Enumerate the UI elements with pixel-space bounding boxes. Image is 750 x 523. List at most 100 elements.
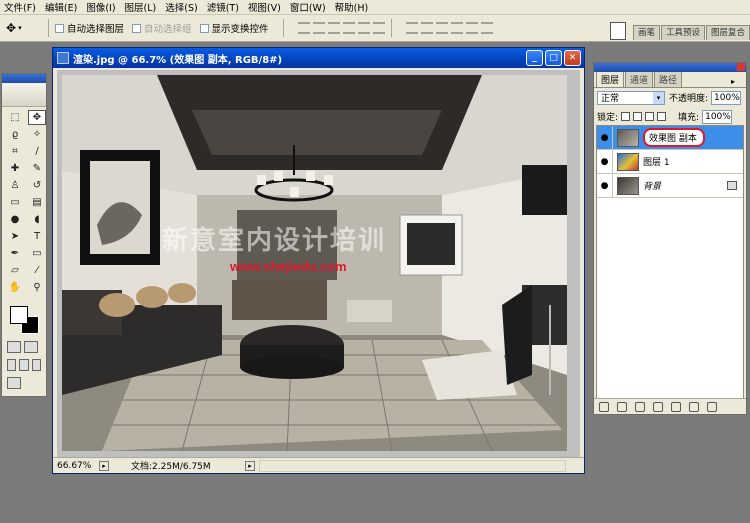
distribute-top-icon[interactable] xyxy=(405,22,418,34)
distribute-left-icon[interactable] xyxy=(450,22,463,34)
menu-filter[interactable]: 滤镜(T) xyxy=(207,0,239,14)
imageready-icon[interactable] xyxy=(7,377,21,389)
auto-select-group-checkbox[interactable]: 自动选择组 xyxy=(132,21,192,35)
adjustment-layer-icon[interactable] xyxy=(653,401,663,412)
menu-layer[interactable]: 图层(L) xyxy=(125,0,157,14)
close-button[interactable]: ✕ xyxy=(564,50,581,66)
chevron-down-icon[interactable]: ▾ xyxy=(653,91,664,104)
menu-view[interactable]: 视图(V) xyxy=(248,0,281,14)
layer-name[interactable]: 背景 xyxy=(643,179,727,192)
zoom-level[interactable]: 66.67% xyxy=(57,461,95,471)
menu-image[interactable]: 图像(I) xyxy=(86,0,115,14)
menu-help[interactable]: 帮助(H) xyxy=(335,0,369,14)
align-left-icon[interactable] xyxy=(342,22,355,34)
distribute-right-icon[interactable] xyxy=(480,22,493,34)
type-tool-icon[interactable]: T xyxy=(28,229,46,244)
photoshop-logo[interactable] xyxy=(2,83,46,107)
menu-window[interactable]: 窗口(W) xyxy=(290,0,326,14)
toolbox-titlebar[interactable] xyxy=(2,74,46,83)
minimize-button[interactable]: _ xyxy=(526,50,543,66)
menu-file[interactable]: 文件(F) xyxy=(4,0,36,14)
tab-layers[interactable]: 图层 xyxy=(596,71,625,87)
move-tool-icon[interactable]: ✥ xyxy=(28,110,46,125)
lock-pixels-icon[interactable] xyxy=(633,112,643,121)
hand-tool-icon[interactable]: ✋ xyxy=(6,280,24,295)
distribute-vcenter-icon[interactable] xyxy=(420,22,433,34)
menu-edit[interactable]: 编辑(E) xyxy=(45,0,77,14)
well-tab-layer-comps[interactable]: 图层复合 xyxy=(705,25,750,40)
checkbox-box[interactable] xyxy=(199,23,209,33)
maximize-button[interactable]: □ xyxy=(545,50,562,66)
path-selection-tool-icon[interactable]: ➤ xyxy=(6,229,24,244)
layers-panel-titlebar[interactable] xyxy=(594,63,746,72)
history-brush-tool-icon[interactable]: ↺ xyxy=(28,178,46,193)
eyedropper-tool-icon[interactable]: ⁄ xyxy=(28,263,46,278)
layer-row-background[interactable]: ● 背景 xyxy=(597,173,743,198)
slice-tool-icon[interactable]: ∕ xyxy=(28,144,46,159)
well-tab-brushes[interactable]: 画笔 xyxy=(632,25,660,40)
align-hcenter-icon[interactable] xyxy=(357,22,370,34)
foreground-color-swatch[interactable] xyxy=(10,306,28,324)
opacity-input[interactable]: 100% xyxy=(711,90,742,105)
magic-wand-tool-icon[interactable]: ✧ xyxy=(28,127,46,142)
standard-screen-icon[interactable] xyxy=(7,359,17,371)
layer-name[interactable]: 图层 1 xyxy=(643,155,743,168)
menu-select[interactable]: 选择(S) xyxy=(165,0,197,14)
lock-transparency-icon[interactable] xyxy=(621,112,631,121)
link-layers-icon[interactable] xyxy=(599,401,609,412)
zoom-tool-icon[interactable]: ⚲ xyxy=(28,280,46,295)
brush-tool-icon[interactable]: ✎ xyxy=(28,161,46,176)
distribute-hcenter-icon[interactable] xyxy=(465,22,478,34)
tab-paths[interactable]: 路径 xyxy=(654,71,683,87)
trash-icon[interactable] xyxy=(707,401,717,412)
distribute-bottom-icon[interactable] xyxy=(435,22,448,34)
checkbox-box[interactable] xyxy=(132,23,142,33)
lasso-tool-icon[interactable]: ϱ xyxy=(6,127,24,142)
lock-all-icon[interactable] xyxy=(657,112,667,121)
auto-select-layer-checkbox[interactable]: 自动选择图层 xyxy=(55,21,124,35)
tool-preset-picker[interactable]: ✥ ▾ xyxy=(6,18,42,38)
checkbox-box[interactable] xyxy=(55,23,64,33)
status-info-menu-icon[interactable]: ▸ xyxy=(245,460,255,471)
clone-stamp-tool-icon[interactable]: ♙ xyxy=(6,178,24,193)
panel-menu-icon[interactable]: ▸ xyxy=(731,77,743,87)
document-titlebar[interactable]: 渲染.jpg @ 66.7% (效果图 副本, RGB/8#) _ □ ✕ xyxy=(53,48,584,68)
blur-tool-icon[interactable]: ● xyxy=(6,212,24,227)
room-render-image[interactable]: 新意室内设计培训 www.shejiedu.com xyxy=(62,75,567,451)
align-right-icon[interactable] xyxy=(372,22,385,34)
shape-tool-icon[interactable]: ▭ xyxy=(28,246,46,261)
layer-row-effect-copy[interactable]: ● 效果图 副本 xyxy=(597,125,743,150)
align-vcenter-icon[interactable] xyxy=(312,22,325,34)
align-top-icon[interactable] xyxy=(297,22,310,34)
new-group-icon[interactable] xyxy=(671,401,681,412)
full-screen-icon[interactable] xyxy=(31,359,41,371)
visibility-eye-icon[interactable]: ● xyxy=(597,125,613,150)
blend-mode-select[interactable]: 正常 ▾ xyxy=(597,90,665,105)
healing-brush-tool-icon[interactable]: ✚ xyxy=(6,161,24,176)
visibility-eye-icon[interactable]: ● xyxy=(597,149,613,174)
notes-tool-icon[interactable]: ▱ xyxy=(6,263,24,278)
tab-channels[interactable]: 通道 xyxy=(625,71,654,87)
status-menu-icon[interactable]: ▸ xyxy=(99,460,109,471)
pen-tool-icon[interactable]: ✒ xyxy=(6,246,24,261)
close-panel-icon[interactable] xyxy=(737,63,745,71)
well-tab-tool-presets[interactable]: 工具预设 xyxy=(660,25,705,40)
eraser-tool-icon[interactable]: ▭ xyxy=(6,195,24,210)
crop-tool-icon[interactable]: ⌗ xyxy=(6,144,24,159)
full-screen-menu-icon[interactable] xyxy=(19,359,29,371)
marquee-tool-icon[interactable]: ⬚ xyxy=(6,110,24,125)
new-layer-icon[interactable] xyxy=(689,401,699,412)
align-bottom-icon[interactable] xyxy=(327,22,340,34)
file-browser-icon[interactable] xyxy=(609,22,626,40)
visibility-eye-icon[interactable]: ● xyxy=(597,173,613,198)
gradient-tool-icon[interactable]: ▤ xyxy=(28,195,46,210)
layer-row-layer-1[interactable]: ● 图层 1 xyxy=(597,149,743,174)
layer-name[interactable]: 效果图 副本 xyxy=(643,128,705,147)
standard-mode-icon[interactable] xyxy=(7,341,21,353)
quick-mask-mode-icon[interactable] xyxy=(24,341,38,353)
dodge-tool-icon[interactable]: ◖ xyxy=(28,212,46,227)
layer-style-icon[interactable] xyxy=(617,401,627,412)
canvas-area[interactable]: 新意室内设计培训 www.shejiedu.com xyxy=(57,70,580,457)
lock-position-icon[interactable] xyxy=(645,112,655,121)
horizontal-scrollbar[interactable] xyxy=(259,459,566,472)
